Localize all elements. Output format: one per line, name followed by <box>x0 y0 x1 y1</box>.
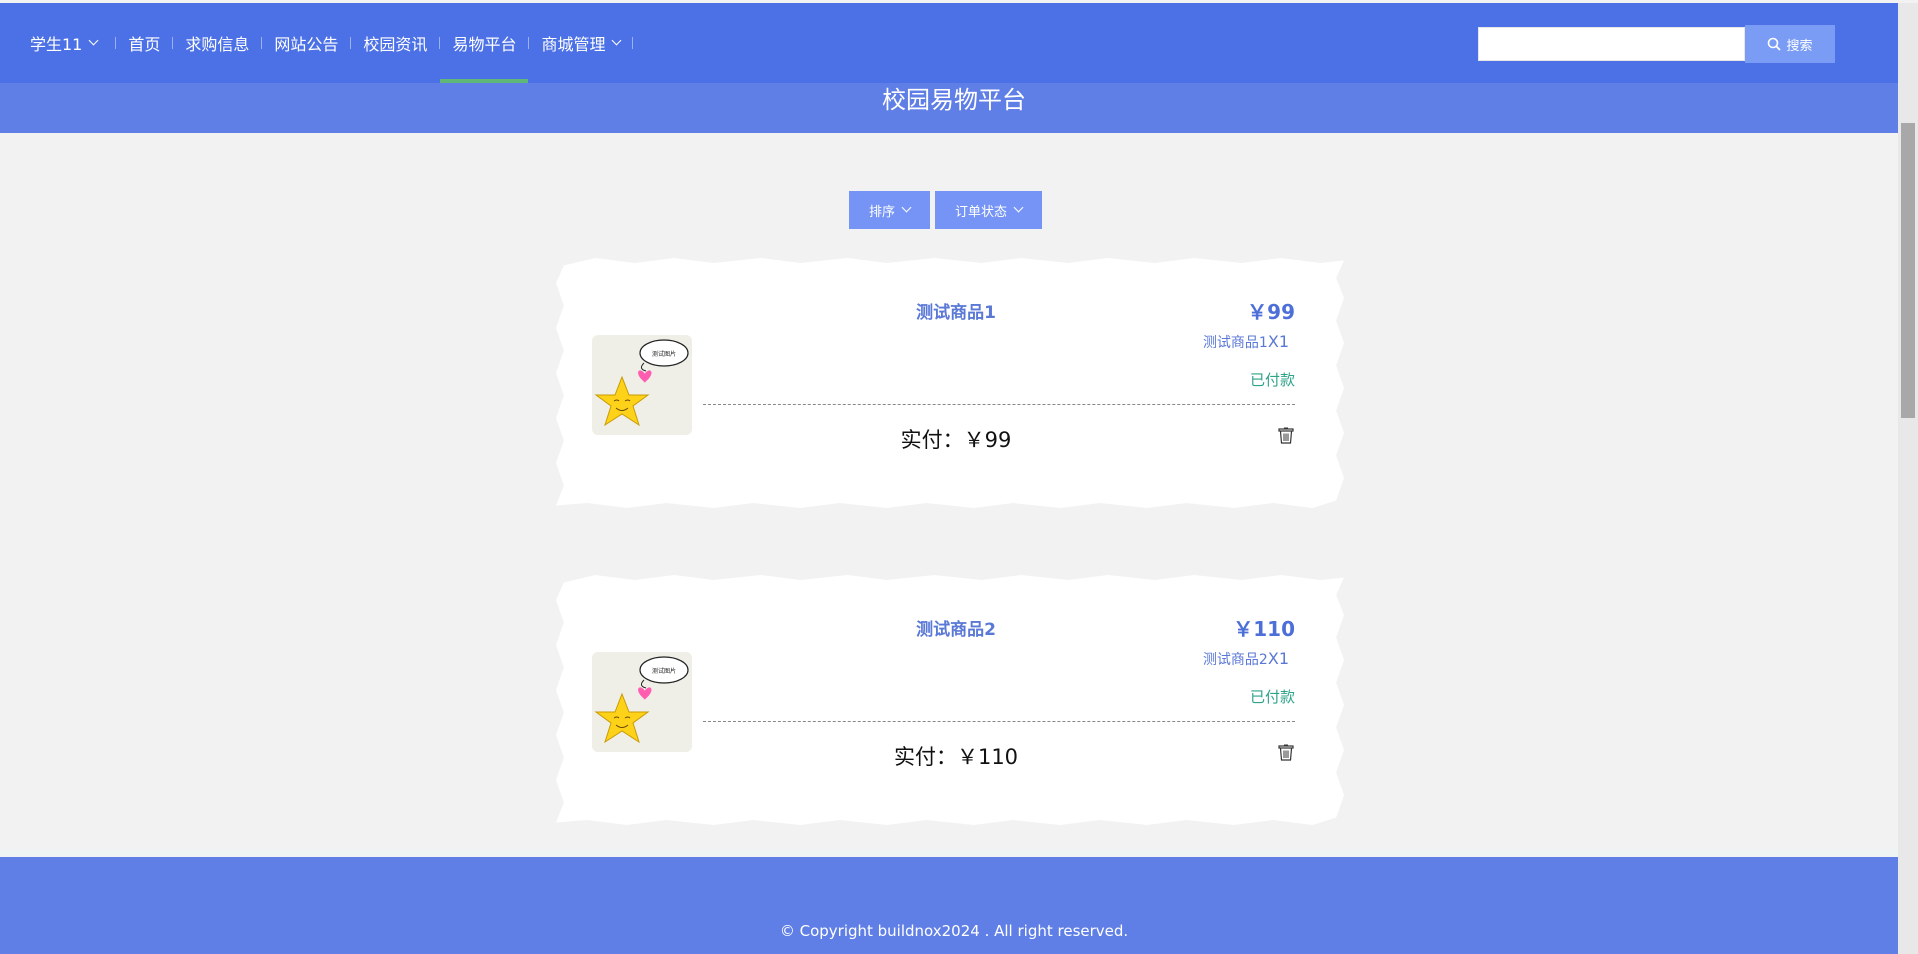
page-title: 校园易物平台 <box>882 86 1026 114</box>
card-divider <box>703 404 1295 405</box>
quantity-count: X1 <box>1267 649 1289 668</box>
quantity-product-name: 测试商品2 <box>1202 652 1268 668</box>
product-image[interactable]: 测试图片 <box>592 335 692 435</box>
order-status-label: 订单状态 <box>955 203 1008 219</box>
top-navbar: 学生11 首页 求购信息 网站公告 校园资讯 易物平台 商城管理 搜索 <box>0 3 1908 83</box>
product-name[interactable]: 测试商品2 <box>746 615 1166 640</box>
speech-bubble-text: 测试图片 <box>652 350 676 358</box>
product-name[interactable]: 测试商品1 <box>746 298 1166 323</box>
order-card: 测试图片 测试商品2 ￥110 测试商品2X1 已付款 实付：￥110 <box>556 575 1344 825</box>
star-illustration-icon: 测试图片 <box>594 339 689 427</box>
search-button[interactable]: 搜索 <box>1745 25 1835 63</box>
search-icon <box>1768 37 1782 51</box>
sort-dropdown-button[interactable]: 排序 <box>849 191 931 229</box>
nav-item-label: 网站公告 <box>274 35 339 54</box>
product-price: ￥110 <box>1233 617 1295 641</box>
search-button-label: 搜索 <box>1786 37 1813 53</box>
chevron-down-icon <box>88 35 99 46</box>
nav-item-campus-news[interactable]: 校园资讯 <box>351 3 439 83</box>
trash-icon <box>1278 427 1294 444</box>
page-title-band: 校园易物平台 <box>0 83 1908 133</box>
amount-paid: 实付：￥110 <box>893 745 1019 769</box>
nav-user-label: 学生11 <box>30 35 83 54</box>
delete-order-button[interactable] <box>1278 427 1294 448</box>
footer-copyright: © Copyright buildnox2024 . All right res… <box>779 922 1129 940</box>
nav-item-label: 首页 <box>128 35 161 54</box>
search-bar: 搜索 <box>1478 25 1835 63</box>
quantity-product-name: 测试商品1 <box>1202 335 1268 351</box>
nav-user-menu[interactable]: 学生11 <box>30 3 115 83</box>
nav-item-label: 易物平台 <box>452 35 517 54</box>
filter-bar: 排序 订单状态 <box>849 191 1043 229</box>
nav-item-label: 求购信息 <box>185 35 250 54</box>
nav-item-exchange-platform[interactable]: 易物平台 <box>440 3 529 83</box>
order-status: 已付款 <box>1249 688 1295 706</box>
nav-separator <box>632 37 634 49</box>
product-quantity: 测试商品2X1 <box>1203 649 1289 669</box>
nav-item-purchase-requests[interactable]: 求购信息 <box>173 3 261 83</box>
product-quantity: 测试商品1X1 <box>1203 332 1289 352</box>
delete-order-button[interactable] <box>1278 744 1294 765</box>
order-card: 测试图片 测试商品1 ￥99 测试商品1X1 已付款 实付：￥99 <box>556 258 1344 508</box>
nav-item-announcements[interactable]: 网站公告 <box>262 3 350 83</box>
page-scrollbar[interactable] <box>1898 3 1918 954</box>
nav-item-mall-management[interactable]: 商城管理 <box>529 3 632 83</box>
footer: © Copyright buildnox2024 . All right res… <box>0 857 1908 954</box>
nav-item-label: 商城管理 <box>541 35 606 54</box>
chevron-down-icon <box>612 35 622 46</box>
sort-label: 排序 <box>869 203 896 219</box>
product-price: ￥99 <box>1247 300 1295 324</box>
trash-icon <box>1278 744 1294 761</box>
chevron-down-icon <box>1013 202 1024 213</box>
footer-strip <box>0 849 1908 857</box>
amount-paid: 实付：￥99 <box>900 428 1012 452</box>
nav-item-label: 校园资讯 <box>363 35 428 54</box>
quantity-count: X1 <box>1267 332 1289 351</box>
scrollbar-thumb[interactable] <box>1901 123 1915 418</box>
nav-item-home[interactable]: 首页 <box>116 3 172 83</box>
star-illustration-icon: 测试图片 <box>594 656 689 744</box>
nav-menu: 学生11 首页 求购信息 网站公告 校园资讯 易物平台 商城管理 <box>30 3 634 83</box>
order-status-dropdown-button[interactable]: 订单状态 <box>935 191 1043 229</box>
chevron-down-icon <box>901 202 912 213</box>
speech-bubble-text: 测试图片 <box>652 667 676 675</box>
order-status: 已付款 <box>1249 371 1295 389</box>
search-input[interactable] <box>1478 27 1745 61</box>
product-image[interactable]: 测试图片 <box>592 652 692 752</box>
card-divider <box>703 721 1295 722</box>
